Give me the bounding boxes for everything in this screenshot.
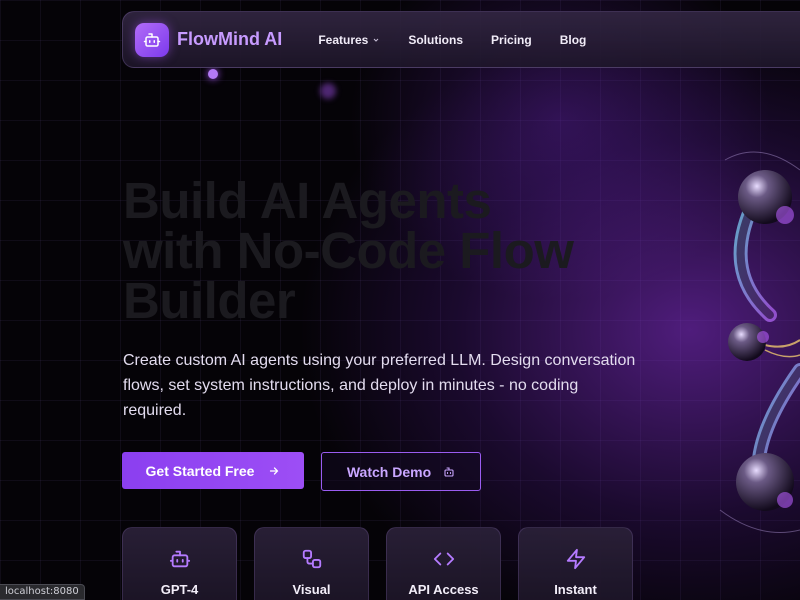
watch-demo-button[interactable]: Watch Demo — [321, 452, 481, 491]
bot-icon — [443, 466, 455, 478]
top-navbar: FlowMind AI Features Solutions Pricing B… — [122, 11, 800, 68]
bot-icon — [135, 22, 169, 57]
nav-blog[interactable]: Blog — [560, 33, 587, 47]
hero-subtitle: Create custom AI agents using your prefe… — [123, 352, 636, 419]
feature-label: Visual — [292, 582, 331, 597]
watch-demo-label: Watch Demo — [346, 463, 432, 480]
nav-features-label: Features — [318, 32, 369, 47]
feature-card-api-access[interactable]: API Access — [386, 527, 501, 600]
decorative-dot — [208, 69, 218, 79]
status-bar-url: localhost:8080 — [0, 584, 85, 600]
hero-title: Build AI Agents with No-Code Flow Builde… — [123, 172, 683, 329]
feature-label: API Access — [408, 582, 479, 597]
feature-card-visual[interactable]: Visual — [254, 527, 369, 600]
hero-title-line-3: Builder — [123, 272, 296, 329]
workflow-icon — [255, 548, 368, 570]
get-started-button[interactable]: Get Started Free — [122, 452, 304, 489]
nav-solutions[interactable]: Solutions — [408, 33, 463, 47]
get-started-label: Get Started Free — [145, 462, 255, 479]
hero-title-line-2: with No-Code Flow — [123, 222, 574, 279]
nav-pricing[interactable]: Pricing — [491, 33, 532, 47]
main-nav: Features Solutions Pricing Blog — [318, 33, 614, 47]
bot-icon — [123, 548, 236, 570]
code-icon — [387, 548, 500, 570]
chevron-down-icon — [372, 36, 380, 44]
decorative-glow-dot — [320, 83, 336, 99]
feature-card-instant[interactable]: Instant — [518, 527, 633, 600]
arrow-right-icon — [268, 465, 280, 477]
hero-title-line-1: Build AI Agents — [123, 172, 492, 229]
brand[interactable]: FlowMind AI — [135, 22, 283, 57]
feature-card-gpt4[interactable]: GPT-4 — [122, 527, 237, 600]
feature-label: Instant — [554, 582, 597, 597]
nav-features[interactable]: Features — [318, 33, 380, 47]
feature-label: GPT-4 — [160, 582, 199, 597]
hero-3d-illustration — [719, 151, 800, 533]
zap-icon — [519, 548, 632, 570]
brand-name: FlowMind AI — [177, 29, 283, 49]
